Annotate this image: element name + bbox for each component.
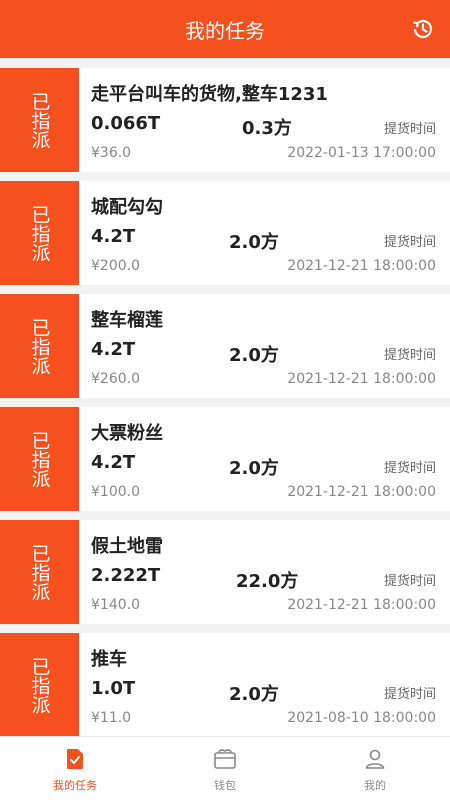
pickup-time-label: 提货时间 — [383, 235, 436, 250]
status-label: 已指派 — [28, 204, 51, 262]
task-card[interactable]: 已指派 城配勾勾 4.2T 2.0方 提货时间 ¥200.0 2021-12-2… — [0, 181, 450, 285]
pickup-time-label: 提货时间 — [383, 122, 436, 137]
task-volume: 2.0方 — [229, 232, 279, 253]
tab-my-tasks[interactable]: 我的任务 — [0, 737, 150, 800]
task-card[interactable]: 已指派 推车 1.0T 2.0方 提货时间 ¥11.0 2021-08-10 1… — [0, 633, 450, 737]
task-weight: 1.0T — [91, 678, 136, 699]
pickup-time: 2021-12-21 18:00:00 — [287, 597, 436, 613]
pickup-time: 2021-08-10 18:00:00 — [287, 710, 436, 726]
pickup-time-label: 提货时间 — [383, 348, 436, 363]
task-title: 走平台叫车的货物,整车1231 — [91, 84, 328, 105]
status-label: 已指派 — [28, 543, 51, 601]
task-title: 假土地雷 — [91, 536, 163, 557]
task-card[interactable]: 已指派 大票粉丝 4.2T 2.0方 提货时间 ¥100.0 2021-12-2… — [0, 407, 450, 511]
task-card[interactable]: 已指派 走平台叫车的货物,整车1231 0.066T 0.3方 提货时间 ¥36… — [0, 68, 450, 172]
task-title: 整车榴莲 — [91, 310, 163, 331]
status-label: 已指派 — [28, 317, 51, 375]
status-badge: 已指派 — [0, 633, 79, 737]
status-label: 已指派 — [28, 430, 51, 488]
pickup-time: 2021-12-21 18:00:00 — [287, 258, 436, 274]
task-volume: 22.0方 — [236, 571, 299, 592]
tab-label: 我的 — [364, 779, 386, 792]
task-price: ¥36.0 — [91, 145, 132, 161]
tab-label: 钱包 — [214, 779, 236, 792]
status-label: 已指派 — [28, 656, 51, 714]
task-price: ¥200.0 — [91, 258, 140, 274]
task-card[interactable]: 已指派 假土地雷 2.222T 22.0方 提货时间 ¥140.0 2021-1… — [0, 520, 450, 624]
task-weight: 4.2T — [91, 452, 136, 473]
task-list: 已指派 走平台叫车的货物,整车1231 0.066T 0.3方 提货时间 ¥36… — [0, 68, 450, 746]
pickup-time: 2021-12-21 18:00:00 — [287, 484, 436, 500]
app-header: 我的任务 — [0, 0, 450, 58]
status-badge: 已指派 — [0, 181, 79, 285]
task-title: 推车 — [91, 649, 127, 670]
tab-wallet[interactable]: 钱包 — [150, 737, 300, 800]
history-icon[interactable] — [410, 16, 436, 42]
task-weight: 0.066T — [91, 113, 161, 134]
pickup-time-label: 提货时间 — [383, 574, 436, 589]
status-label: 已指派 — [28, 91, 51, 149]
wallet-icon — [214, 749, 236, 769]
task-price: ¥140.0 — [91, 597, 140, 613]
task-volume: 2.0方 — [229, 458, 279, 479]
pickup-time-label: 提货时间 — [383, 687, 436, 702]
task-weight: 4.2T — [91, 226, 136, 247]
page-title: 我的任务 — [185, 18, 265, 43]
task-weight: 4.2T — [91, 339, 136, 360]
task-weight: 2.222T — [91, 565, 161, 586]
task-volume: 0.3方 — [242, 118, 292, 139]
bottom-tab-bar: 我的任务 钱包 我的 — [0, 736, 450, 800]
profile-icon — [365, 749, 385, 769]
task-volume: 2.0方 — [229, 345, 279, 366]
pickup-time-label: 提货时间 — [383, 461, 436, 476]
tab-profile[interactable]: 我的 — [300, 737, 450, 800]
task-title: 城配勾勾 — [91, 197, 163, 218]
task-title: 大票粉丝 — [91, 423, 163, 444]
status-badge: 已指派 — [0, 407, 79, 511]
status-badge: 已指派 — [0, 294, 79, 398]
tab-label: 我的任务 — [53, 779, 97, 792]
status-badge: 已指派 — [0, 520, 79, 624]
task-price: ¥11.0 — [91, 710, 132, 726]
task-card[interactable]: 已指派 整车榴莲 4.2T 2.0方 提货时间 ¥260.0 2021-12-2… — [0, 294, 450, 398]
pickup-time: 2021-12-21 18:00:00 — [287, 371, 436, 387]
task-volume: 2.0方 — [229, 684, 279, 705]
pickup-time: 2022-01-13 17:00:00 — [287, 145, 436, 161]
task-price: ¥260.0 — [91, 371, 140, 387]
task-icon — [67, 749, 83, 769]
task-price: ¥100.0 — [91, 484, 140, 500]
status-badge: 已指派 — [0, 68, 79, 172]
